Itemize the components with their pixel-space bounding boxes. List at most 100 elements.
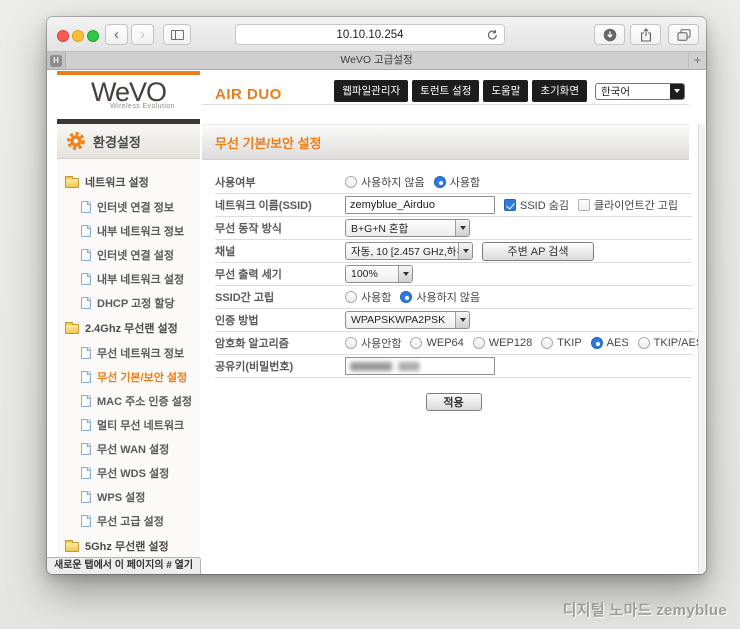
- settings-form: 사용여부 사용하지 않음 사용함 네트워크 이름(SSID) zemyblue_Aird…: [215, 171, 703, 378]
- sidebar-menu: 네트워크 설정 인터넷 연결 정보 내부 네트워크 정보인터넷 연결 설정내부 네트…: [57, 159, 200, 574]
- field-label: 암호화 알고리즘: [215, 338, 289, 350]
- select[interactable]: 자동, 10 [2.457 GHz,하위]: [345, 242, 473, 260]
- share-button[interactable]: [630, 24, 661, 45]
- radio-label: 사용안함: [361, 338, 402, 350]
- sidebar-item-label: 무선 WDS 설정: [97, 468, 170, 480]
- select[interactable]: B+G+N 혼합: [345, 219, 470, 237]
- field-controls: [345, 357, 692, 375]
- active-tab[interactable]: WeVO 고급설정: [47, 52, 706, 69]
- radio-button[interactable]: [590, 337, 603, 349]
- scrollbar[interactable]: [698, 124, 705, 574]
- table-row: 무선 동작 방식 B+G+N 혼합: [215, 217, 692, 240]
- field-controls: zemyblue_Airduo SSID 숨김 클라이언트간 고립: [345, 196, 692, 214]
- sidebar-item[interactable]: 내부 네트워크 정보: [57, 219, 200, 243]
- sidebar-item[interactable]: 멀티 무선 네트워크: [57, 413, 200, 437]
- apply-button[interactable]: 적용: [425, 393, 482, 411]
- sidebar-item[interactable]: 무선 네트워크 정보: [57, 341, 200, 365]
- page-viewport: WeVO Wireless Evolution 환경설정 네트워크 설정 인터넷 …: [47, 71, 706, 574]
- sidebar-item[interactable]: MAC 주소 인증 설정: [57, 389, 200, 413]
- nav-button[interactable]: 도움말: [483, 80, 529, 102]
- text-input[interactable]: zemyblue_Airduo: [345, 196, 495, 214]
- new-tab-button[interactable]: +: [688, 52, 706, 69]
- minimize-window-icon[interactable]: [72, 30, 84, 42]
- sidebar-item-label: 무선 기본/보안 설정: [97, 372, 188, 384]
- close-window-icon[interactable]: [57, 30, 69, 42]
- downloads-button[interactable]: [594, 24, 625, 45]
- select[interactable]: 100%: [345, 265, 413, 283]
- url-text: 10.10.10.254: [336, 28, 404, 41]
- forward-button[interactable]: ›: [131, 24, 154, 45]
- radio-button[interactable]: [345, 337, 357, 349]
- radio-button[interactable]: [541, 337, 554, 349]
- sidebar-folder-item[interactable]: 5Ghz 무선랜 설정: [57, 533, 200, 559]
- radio-option[interactable]: 사용함: [345, 289, 391, 305]
- radio-button[interactable]: [637, 337, 650, 349]
- radio-button[interactable]: [472, 337, 485, 349]
- watermark: 디지털 노마드 zemyblue: [562, 602, 727, 619]
- radio-option[interactable]: TKIP/AES: [637, 337, 703, 349]
- sidebar-icon: [170, 29, 184, 40]
- document-icon: [81, 273, 91, 285]
- sidebar-item[interactable]: WPS 설정: [57, 485, 200, 509]
- select-value: WPAPSKWPA2PSK: [351, 314, 446, 326]
- radio-button[interactable]: [345, 291, 357, 303]
- radio-button[interactable]: [410, 337, 423, 349]
- logo-box: WeVO Wireless Evolution: [57, 75, 200, 119]
- field-label: 네트워크 이름(SSID): [215, 200, 312, 212]
- radio-option[interactable]: 사용하지 않음: [345, 174, 425, 190]
- reload-icon[interactable]: [487, 29, 498, 41]
- show-tabs-button[interactable]: [668, 24, 699, 45]
- sidebar-item[interactable]: 무선 고급 설정: [57, 509, 200, 533]
- checkbox-option[interactable]: 클라이언트간 고립: [577, 197, 678, 213]
- radio-option[interactable]: TKIP: [541, 337, 582, 349]
- radio-option[interactable]: AES: [590, 337, 629, 349]
- sidebar-item-label: 인터넷 연결 설정: [97, 250, 174, 262]
- sidebar-item[interactable]: 인터넷 연결 정보: [57, 195, 200, 219]
- checkbox[interactable]: [504, 199, 516, 211]
- table-row: SSID간 고립 사용함 사용하지 않음: [215, 286, 692, 309]
- table-row: 인증 방법 WPAPSKWPA2PSK: [215, 309, 692, 332]
- sidebar-item[interactable]: 무선 WDS 설정: [57, 461, 200, 485]
- back-button[interactable]: ‹: [105, 24, 128, 45]
- sidebar-item[interactable]: 인터넷 연결 설정: [57, 243, 200, 267]
- header-nav: 웹파일관리자 토런트 설정 도움말 초기화면 한국어: [334, 80, 685, 102]
- select[interactable]: WPAPSKWPA2PSK: [345, 311, 470, 329]
- radio-option[interactable]: 사용안함: [345, 335, 401, 351]
- folder-icon: [65, 321, 79, 334]
- logo-text: WeVO: [90, 77, 167, 107]
- sidebar-item-label: WPS 설정: [97, 492, 146, 504]
- nav-button[interactable]: 웹파일관리자: [334, 80, 409, 102]
- password-field[interactable]: [345, 357, 495, 375]
- sidebar-item-label: DHCP 고정 할당: [97, 298, 175, 310]
- sidebar-item-label: 무선 WAN 설정: [97, 444, 170, 456]
- url-input[interactable]: 10.10.10.254: [235, 24, 505, 45]
- document-icon: [81, 347, 91, 359]
- sidebar-toggle-button[interactable]: [163, 24, 191, 45]
- radio-option[interactable]: 사용함: [433, 174, 480, 190]
- radio-button[interactable]: [345, 176, 357, 188]
- checkbox[interactable]: [577, 199, 590, 211]
- sidebar-item[interactable]: 무선 WAN 설정: [57, 437, 200, 461]
- form-button[interactable]: 주변 AP 검색: [482, 241, 594, 261]
- field-controls: WPAPSKWPA2PSK: [345, 311, 692, 329]
- nav-button[interactable]: 초기화면: [532, 80, 587, 102]
- nav-button[interactable]: 토런트 설정: [412, 80, 480, 102]
- document-icon: [81, 467, 91, 479]
- sidebar-item[interactable]: 무선 기본/보안 설정: [57, 365, 200, 389]
- radio-option[interactable]: WEP64: [410, 337, 464, 349]
- sidebar-folder-item[interactable]: 네트워크 설정: [57, 169, 200, 195]
- radio-label: WEP64: [426, 337, 464, 349]
- sidebar-item[interactable]: 내부 네트워크 설정: [57, 267, 200, 291]
- table-row: 무선 출력 세기 100%: [215, 263, 692, 286]
- radio-option[interactable]: WEP128: [472, 337, 532, 349]
- sidebar-folder-item[interactable]: 2.4Ghz 무선랜 설정: [57, 315, 200, 341]
- document-icon: [81, 297, 91, 309]
- zoom-window-icon[interactable]: [87, 30, 99, 42]
- language-select[interactable]: 한국어: [595, 82, 685, 100]
- radio-button[interactable]: [400, 291, 413, 303]
- checkbox-option[interactable]: SSID 숨김: [504, 197, 569, 213]
- field-label: 사용여부: [215, 177, 256, 189]
- radio-option[interactable]: 사용하지 않음: [400, 289, 480, 305]
- sidebar-item[interactable]: DHCP 고정 할당: [57, 291, 200, 315]
- radio-button[interactable]: [433, 176, 446, 188]
